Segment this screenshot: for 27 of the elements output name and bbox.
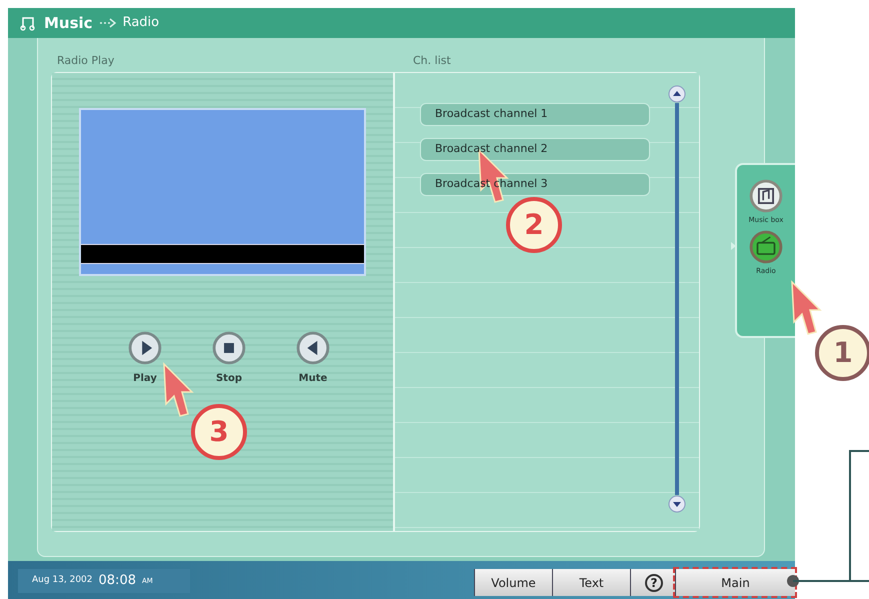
channel-item[interactable]: Broadcast channel 1 bbox=[420, 103, 650, 126]
play-button[interactable]: Play bbox=[123, 331, 167, 386]
section-title: Radio Play bbox=[56, 52, 116, 68]
callout-badge: 1 bbox=[815, 325, 869, 381]
pointer-icon bbox=[162, 362, 196, 418]
channel-item[interactable]: Broadcast channel 2 bbox=[420, 138, 650, 161]
mute-icon bbox=[296, 331, 330, 365]
play-icon bbox=[128, 331, 162, 365]
scroll-up-icon[interactable] bbox=[668, 85, 686, 103]
menu-button[interactable]: Volume bbox=[474, 569, 552, 596]
breadcrumb-section: Music bbox=[44, 12, 93, 34]
help-button[interactable]: ? bbox=[630, 569, 675, 596]
arrow-icon bbox=[98, 18, 117, 28]
scroll-down-icon[interactable] bbox=[668, 495, 686, 513]
menu-button[interactable]: Text bbox=[552, 569, 630, 596]
radio-icon[interactable] bbox=[749, 230, 783, 264]
stop-button[interactable]: Stop bbox=[207, 331, 251, 386]
breadcrumb-page: Radio bbox=[122, 14, 160, 32]
date-text: Aug 13, 2002 bbox=[32, 574, 93, 588]
time-text: 08:08 bbox=[98, 572, 136, 590]
section-title: Ch. list bbox=[413, 52, 451, 68]
music-box-icon[interactable] bbox=[748, 179, 783, 213]
pointer-icon bbox=[790, 280, 824, 336]
scrollbar[interactable] bbox=[668, 85, 686, 513]
mute-button[interactable]: Mute bbox=[291, 331, 335, 386]
stop-icon bbox=[212, 331, 246, 365]
menu-button[interactable]: Main bbox=[675, 569, 795, 596]
